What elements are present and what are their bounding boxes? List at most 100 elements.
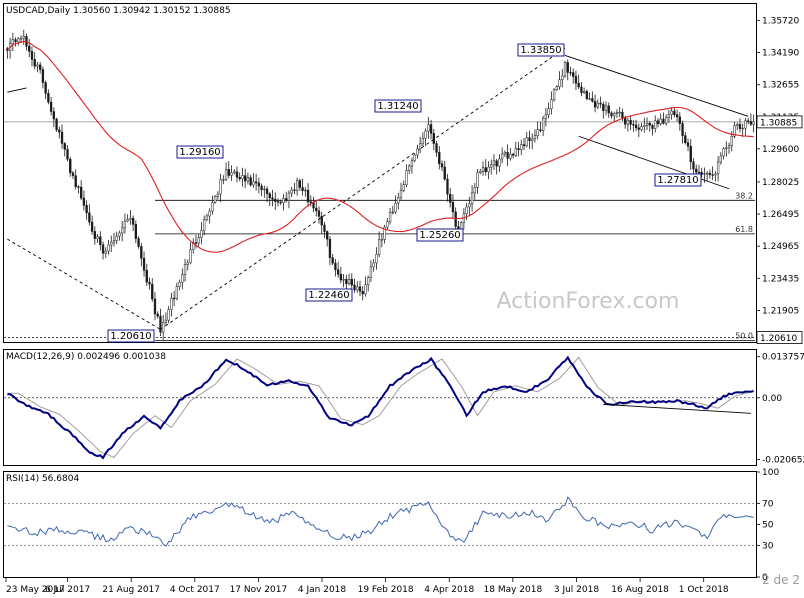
candle-body — [271, 197, 274, 200]
y-tick-label: 1.32655 — [762, 81, 799, 91]
candle-body — [30, 51, 34, 60]
candle-body — [260, 185, 263, 190]
rsi-line — [7, 496, 754, 547]
candle-body — [104, 250, 107, 254]
candle-body — [498, 158, 501, 167]
candle-body — [312, 202, 315, 209]
candle-body — [703, 173, 706, 175]
fib-level-label: 61.8 — [735, 225, 753, 234]
candle-body — [235, 171, 239, 178]
price-trendlines — [7, 47, 749, 330]
candle-body — [465, 206, 468, 214]
x-tick-label: 21 Aug 2017 — [102, 585, 160, 595]
candle-body — [159, 315, 162, 333]
candle-body — [550, 99, 553, 109]
candle-body — [610, 112, 613, 117]
candle-body — [509, 153, 512, 159]
candle-body — [295, 180, 299, 191]
candle-body — [55, 118, 58, 131]
candle-body — [361, 291, 364, 295]
candle-body — [194, 242, 198, 244]
macd-line — [7, 355, 754, 460]
candle-body — [304, 189, 307, 192]
candle-body — [391, 211, 394, 214]
price-trendline — [7, 87, 27, 93]
candle-body — [536, 129, 539, 136]
watermark: ActionForex.com — [497, 289, 680, 314]
y-tick-label: 1.28025 — [762, 178, 799, 188]
candle-body — [716, 161, 720, 175]
candle-body — [233, 171, 236, 174]
candle-body — [580, 86, 583, 93]
candle-body — [213, 195, 217, 203]
candle-body — [279, 201, 282, 204]
candle-body — [583, 91, 586, 93]
candle-body — [263, 188, 266, 191]
candle-body — [170, 297, 173, 310]
candle-body — [345, 279, 348, 285]
candle-body — [123, 220, 127, 229]
candle-body — [416, 148, 419, 156]
y-tick-label: 1.24965 — [762, 242, 799, 252]
candle-body — [82, 197, 86, 206]
candle-body — [569, 72, 572, 74]
candle-body — [224, 169, 228, 180]
candle-body — [93, 231, 96, 239]
candle-body — [681, 123, 684, 136]
candle-body — [71, 172, 75, 176]
candle-body — [181, 274, 184, 283]
candle-body — [11, 39, 14, 44]
x-tick-label: 1 Oct 2018 — [679, 585, 729, 595]
candle-body — [219, 179, 222, 195]
candle-body — [479, 171, 482, 173]
candle-body — [449, 193, 452, 203]
candle-body — [367, 277, 370, 286]
candle-body — [88, 212, 91, 223]
candle-body — [487, 166, 490, 173]
candle-body — [618, 111, 621, 114]
x-tick-label: 3 Jul 2018 — [554, 585, 599, 595]
candle-body — [695, 168, 698, 173]
candle-body — [520, 144, 523, 151]
candle-body — [561, 75, 564, 80]
rsi-tick-label: 100 — [762, 468, 779, 478]
candle-body — [744, 120, 747, 129]
candle-body — [293, 189, 296, 191]
x-tick-label: 4 Oct 2017 — [170, 585, 220, 595]
macd-tick-label: -0.020652 — [762, 455, 804, 465]
candle-body — [85, 205, 88, 214]
candle-body — [386, 221, 389, 228]
candle-body — [692, 161, 695, 170]
y-tick-label: 1.26495 — [762, 210, 799, 220]
chart-canvas: ActionForex.com USDCAD,Daily 1.30560 1.3… — [3, 3, 804, 595]
candle-body — [369, 266, 373, 278]
candle-body — [241, 175, 244, 180]
candle-body — [268, 193, 271, 198]
candle-body — [203, 219, 206, 231]
price-annotation-label: 1.22460 — [308, 290, 349, 301]
candle-body — [451, 202, 455, 213]
candle-body — [585, 91, 589, 99]
candle-body — [747, 120, 750, 122]
candle-body — [186, 262, 189, 265]
candle-body — [514, 148, 517, 156]
price-annotation-label: 1.25260 — [419, 230, 460, 241]
candle-body — [435, 143, 438, 153]
candle-body — [394, 202, 397, 213]
candle-body — [432, 133, 435, 144]
candle-body — [156, 313, 159, 317]
candle-body — [490, 164, 493, 168]
candle-body — [503, 152, 507, 155]
candle-body — [276, 201, 280, 203]
candle-body — [438, 152, 441, 165]
candle-body — [621, 111, 624, 119]
candle-body — [402, 184, 405, 191]
candle-body — [541, 118, 545, 132]
candle-body — [522, 144, 526, 147]
page-indicator[interactable]: 2 de 2 — [762, 573, 800, 587]
candle-body — [500, 153, 504, 160]
price-trendline — [7, 238, 161, 330]
rsi-header: RSI(14) 56.6804 — [6, 474, 79, 484]
candle-body — [645, 122, 649, 126]
candle-body — [667, 114, 671, 118]
